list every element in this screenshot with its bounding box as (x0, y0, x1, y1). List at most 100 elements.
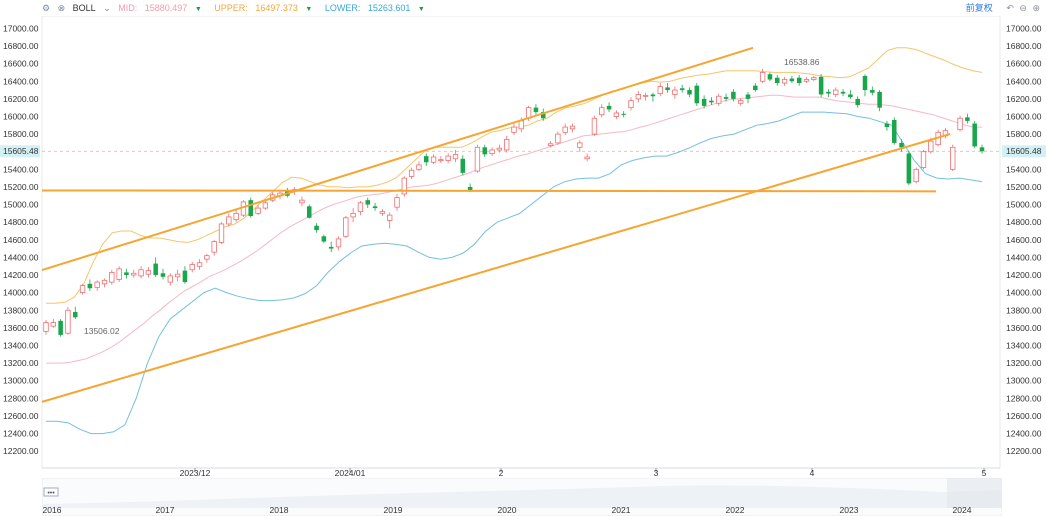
y-tick-label-right: 15400.00 (1006, 164, 1042, 174)
candle-body-down (723, 97, 729, 99)
candle-body-up (138, 269, 144, 277)
candle-body-down (753, 85, 758, 91)
candle-body-up (145, 270, 152, 275)
mid-legend: MID: 15880.497 ▼ (118, 3, 207, 13)
toolbar-right: 前复权 ↶ ⊖ ⊕ (966, 0, 1040, 16)
y-tick-label-right: 13800.00 (1006, 305, 1042, 315)
candle-body-up (255, 207, 261, 214)
y-tick-label-right: 15800.00 (1006, 129, 1042, 139)
candle-body-down (87, 283, 93, 289)
y-tick-label-right: 16800.00 (1006, 41, 1042, 51)
candle-body-up (174, 273, 181, 278)
candle-body-up (489, 149, 495, 154)
bollinger-bands (46, 47, 983, 435)
candle-body-up (547, 143, 554, 146)
candle-body-down (789, 78, 795, 82)
upper-band-line (46, 47, 983, 304)
mid-value: 15880.497 (144, 3, 188, 13)
x-axis: 2023/12 2024/01 2 3 4 5 (42, 467, 1000, 478)
candle-body-down (826, 91, 831, 94)
candlestick-chart[interactable]: 17000.00 17000.00 16800.00 16800.00 16600.00… (0, 16, 1046, 478)
lower-label: LOWER: (324, 3, 361, 13)
candle-body-up (833, 89, 839, 95)
candle-body-down (877, 91, 882, 108)
y-tick-label-left: 14600.00 (3, 235, 39, 245)
navigator-year-label: 2024 (953, 505, 972, 515)
candle-body-down (862, 75, 868, 91)
candle-body-down (767, 74, 773, 80)
candle-body-up (577, 142, 583, 148)
chevron-down-icon[interactable]: ⌄ (103, 0, 111, 16)
navigator-year-label: 2023 (840, 505, 859, 515)
trend-line-3 (41, 189, 937, 193)
candle-body-down (899, 142, 904, 148)
candle-body-down (58, 320, 63, 335)
candle-body-down (650, 94, 656, 97)
candle-body-down (870, 90, 875, 93)
y-tick-label-left: 15200.00 (3, 182, 39, 192)
upper-dropdown-icon[interactable]: ▼ (305, 6, 312, 13)
candle-body-up (504, 138, 510, 151)
y-tick-label-right: 14200.00 (1006, 270, 1042, 280)
candle-body-down (687, 90, 692, 95)
navigator-year-label: 2016 (43, 505, 62, 515)
y-tick-label-right: 15605.48 (1006, 146, 1042, 156)
upper-value: 16497.373 (255, 3, 298, 13)
candle-body-up (803, 79, 810, 82)
time-navigator[interactable]: ••• 2016 2017 2018 2019 2020 2021 2022 2023 2024 (42, 478, 1002, 516)
candle-body-up (189, 264, 195, 271)
mid-dropdown-icon[interactable]: ▼ (195, 6, 202, 13)
y-tick-label-right: 16000.00 (1006, 111, 1042, 121)
candle-body-down (533, 107, 539, 113)
y-tick-label-left: 13400.00 (3, 340, 39, 350)
y-tick-label-left: 12600.00 (3, 411, 39, 421)
candle-body-up (496, 147, 503, 151)
x-tick-label: 2024/01 (335, 468, 366, 478)
candle-body-down (306, 206, 312, 218)
candle-body-up (599, 107, 605, 116)
lower-dropdown-icon[interactable]: ▼ (418, 6, 425, 13)
candle-body-up (920, 151, 927, 168)
x-tick-label: 3 (654, 468, 659, 478)
candle-body-up (928, 140, 934, 153)
candle-body-up (635, 94, 641, 100)
y-tick-label-right: 17000.00 (1006, 23, 1042, 33)
candle-body-up (438, 159, 444, 162)
y-tick-label-right: 16600.00 (1006, 59, 1042, 69)
undo-icon[interactable]: ↶ (1006, 0, 1014, 16)
y-tick-label-right: 16200.00 (1006, 94, 1042, 104)
candle-body-down (182, 270, 188, 283)
candle-body-down (709, 100, 714, 103)
y-tick-label-left: 13000.00 (3, 376, 39, 386)
y-tick-label-left: 15400.00 (3, 164, 39, 174)
adjust-mode-button[interactable]: 前复权 (966, 3, 993, 13)
candle-body-down (153, 263, 158, 276)
candle-body-up (584, 156, 590, 160)
close-icon[interactable]: ⊗ (58, 0, 66, 16)
candle-body-up (416, 164, 422, 170)
candle-body-up (79, 285, 86, 294)
candle-body-up (613, 112, 620, 117)
candle-body-down (372, 206, 378, 209)
candle-body-down (423, 156, 429, 163)
candle-body-up (950, 146, 956, 170)
settings-icon[interactable]: ⚙ (42, 0, 50, 16)
y-tick-label-right: 12800.00 (1006, 393, 1042, 403)
candle-body-down (365, 200, 371, 205)
trend-lines[interactable] (41, 46, 951, 403)
zoom-in-icon[interactable]: ⊕ (1032, 0, 1040, 16)
y-tick-label-right: 12200.00 (1006, 446, 1042, 456)
candle-body-down (745, 94, 751, 99)
candle-body-down (884, 123, 890, 128)
candle-body-down (906, 153, 912, 184)
candle-body-up (65, 309, 71, 334)
candle-body-up (109, 271, 115, 283)
candle-body-up (642, 94, 649, 97)
y-tick-label-left: 14000.00 (3, 288, 39, 298)
zoom-out-icon[interactable]: ⊖ (1019, 0, 1027, 16)
candle-body-up (562, 126, 568, 133)
candle-body-up (811, 77, 817, 80)
candle-body-up (335, 238, 342, 248)
navigator-selection (947, 478, 1002, 508)
y-tick-label-right: 13200.00 (1006, 358, 1042, 368)
